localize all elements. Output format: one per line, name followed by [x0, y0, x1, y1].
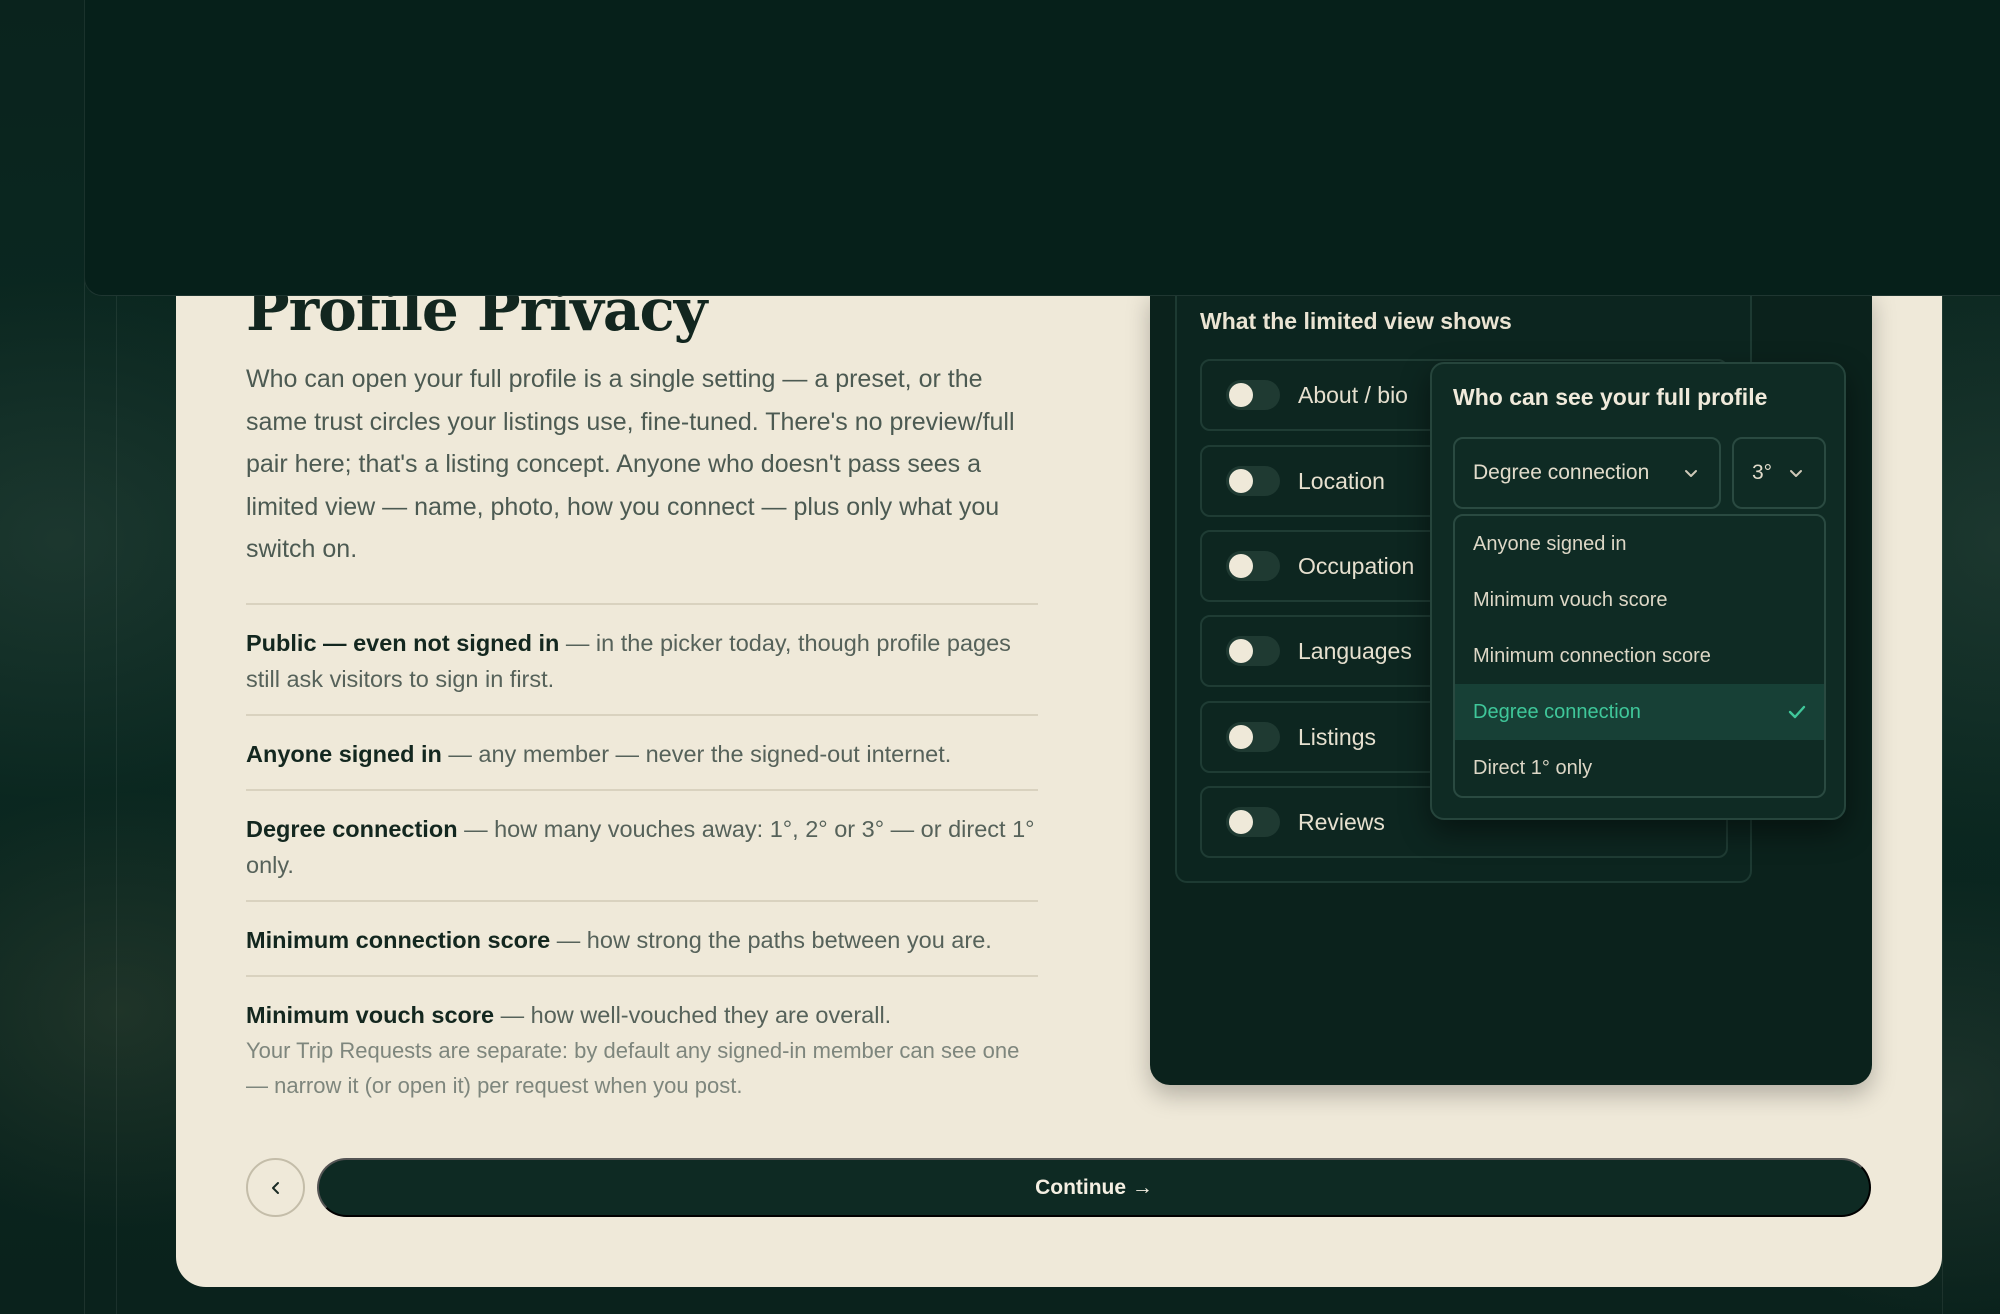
degree-value: 3°	[1752, 461, 1773, 484]
definition-term: Degree connection	[246, 816, 458, 842]
toggle-label: Location	[1298, 467, 1385, 494]
toggle-label: Reviews	[1298, 808, 1385, 835]
toggle-knob	[1229, 639, 1253, 663]
toggle-label: About / bio	[1298, 381, 1408, 408]
visibility-options-list: Anyone signed in Minimum vouch score Min…	[1453, 514, 1826, 798]
degree-select[interactable]: 3°	[1732, 437, 1826, 509]
definition-list: Public — even not signed in — in the pic…	[246, 603, 1038, 1050]
check-icon	[1788, 705, 1806, 719]
guide-line	[116, 290, 117, 1314]
definition-term: Minimum vouch score	[246, 1002, 495, 1028]
option-minimum-connection-score[interactable]: Minimum connection score	[1455, 628, 1824, 684]
definition-item: Anyone signed in — any member — never th…	[246, 714, 1038, 789]
toggle-switch[interactable]	[1226, 551, 1280, 581]
toggle-switch[interactable]	[1226, 722, 1280, 752]
chevron-down-icon	[1790, 470, 1802, 477]
option-minimum-vouch-score[interactable]: Minimum vouch score	[1455, 572, 1824, 628]
option-label: Anyone signed in	[1473, 532, 1627, 555]
toggle-label: Occupation	[1298, 552, 1415, 579]
toggle-knob	[1229, 810, 1253, 834]
visibility-popover: Who can see your full profile Degree con…	[1430, 362, 1846, 820]
select-value: Degree connection	[1473, 461, 1650, 484]
toggle-knob	[1229, 725, 1253, 749]
intro-text: Who can open your full profile is a sing…	[246, 365, 1015, 563]
chevron-left-icon	[271, 1181, 279, 1194]
option-degree-connection[interactable]: Degree connection	[1455, 684, 1824, 740]
visibility-select[interactable]: Degree connection	[1453, 437, 1721, 509]
popover-title: Who can see your full profile	[1453, 384, 1768, 410]
definition-item: Degree connection — how many vouches awa…	[246, 789, 1038, 900]
option-label: Minimum connection score	[1473, 644, 1711, 667]
chevron-down-icon	[1685, 470, 1697, 477]
definition-term: Anyone signed in	[246, 741, 442, 767]
top-overlay-panel	[84, 0, 2000, 296]
definition-item: Minimum connection score — how strong th…	[246, 900, 1038, 975]
continue-button[interactable]: Continue →	[317, 1158, 1871, 1217]
toggle-switch[interactable]	[1226, 466, 1280, 496]
guide-line	[1942, 290, 1943, 1314]
definition-term: Public — even not signed in	[246, 630, 560, 656]
toggle-knob	[1229, 554, 1253, 578]
limited-view-heading: What the limited view shows	[1200, 308, 1512, 334]
toggle-label: Listings	[1298, 723, 1376, 750]
option-anyone-signed-in[interactable]: Anyone signed in	[1455, 516, 1824, 572]
option-label: Degree connection	[1473, 700, 1641, 723]
definition-term: Minimum connection score	[246, 927, 551, 953]
definition-desc: — how well-vouched they are overall.	[494, 1002, 892, 1028]
definition-item: Public — even not signed in — in the pic…	[246, 603, 1038, 714]
definition-desc: — how strong the paths between you are.	[550, 927, 992, 953]
option-direct-1-only[interactable]: Direct 1° only	[1455, 740, 1824, 796]
toggle-knob	[1229, 469, 1253, 493]
trip-requests-note: Your Trip Requests are separate: by defa…	[246, 1038, 1020, 1098]
toggle-switch[interactable]	[1226, 636, 1280, 666]
toggle-switch[interactable]	[1226, 380, 1280, 410]
toggle-label: Languages	[1298, 637, 1412, 664]
back-button[interactable]	[246, 1158, 305, 1217]
toggle-switch[interactable]	[1226, 807, 1280, 837]
option-label: Minimum vouch score	[1473, 588, 1668, 611]
option-label: Direct 1° only	[1473, 756, 1593, 779]
definition-desc: — any member — never the signed-out inte…	[441, 741, 952, 767]
toggle-knob	[1229, 383, 1253, 407]
